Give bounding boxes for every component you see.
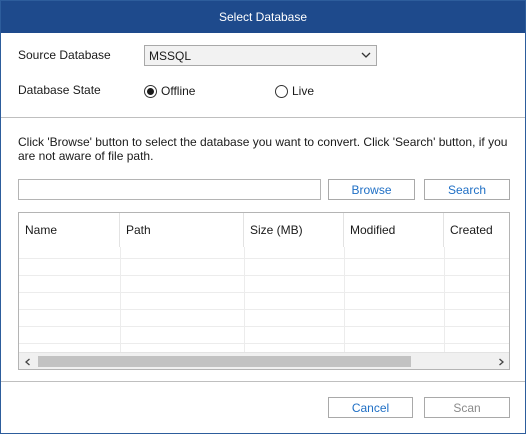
- search-button-label: Search: [447, 182, 487, 197]
- chevron-down-icon: [361, 52, 371, 58]
- column-header-modified[interactable]: Modified: [344, 213, 444, 247]
- table-row: [19, 309, 509, 326]
- radio-offline-circle[interactable]: [144, 84, 157, 98]
- radio-live-circle[interactable]: [275, 84, 288, 98]
- column-divider: [444, 247, 445, 353]
- table-row: [19, 275, 509, 292]
- section-divider: [1, 117, 525, 118]
- table-row: [19, 258, 509, 275]
- instruction-text: Click 'Browse' button to select the data…: [18, 135, 508, 163]
- browse-button-label: Browse: [351, 182, 392, 197]
- column-header-label: Modified: [350, 223, 396, 237]
- column-header-name[interactable]: Name: [19, 213, 120, 247]
- scroll-left-button[interactable]: [19, 353, 36, 369]
- source-database-select[interactable]: MSSQL: [144, 45, 377, 66]
- column-divider: [344, 247, 345, 353]
- radio-live-label: Live: [292, 84, 315, 98]
- database-state-label: Database State: [18, 83, 101, 97]
- chevron-right-icon: [498, 358, 504, 365]
- column-header-size[interactable]: Size (MB): [244, 213, 344, 247]
- footer-divider: [1, 381, 525, 382]
- source-database-label: Source Database: [18, 48, 111, 62]
- source-database-value: MSSQL: [149, 48, 192, 63]
- table-row: [19, 292, 509, 309]
- scrollbar-thumb[interactable]: [38, 356, 411, 367]
- column-header-label: Size (MB): [250, 223, 303, 237]
- column-header-label: Created: [450, 223, 493, 237]
- radio-live[interactable]: Live: [275, 84, 314, 98]
- file-path-input[interactable]: [18, 179, 321, 200]
- title-bar: Select Database: [1, 1, 525, 33]
- search-button[interactable]: Search: [424, 179, 510, 200]
- database-file-table: Name Path Size (MB) Modified Created: [18, 212, 510, 370]
- table-row: [19, 326, 509, 343]
- radio-offline-label: Offline: [161, 84, 196, 98]
- scroll-right-button[interactable]: [492, 353, 509, 369]
- column-header-created[interactable]: Created: [444, 213, 509, 247]
- table-header: Name Path Size (MB) Modified Created: [19, 213, 509, 247]
- radio-selected-dot: [147, 87, 154, 95]
- column-divider: [120, 247, 121, 353]
- radio-offline[interactable]: Offline: [144, 84, 195, 98]
- select-database-dialog: Select Database Source Database MSSQL Da…: [0, 0, 526, 434]
- cancel-button[interactable]: Cancel: [328, 397, 413, 418]
- dialog-title: Select Database: [218, 10, 308, 24]
- column-divider: [244, 247, 245, 353]
- horizontal-scrollbar[interactable]: [19, 352, 509, 369]
- scan-button[interactable]: Scan: [424, 397, 510, 418]
- column-header-label: Path: [126, 223, 151, 237]
- column-header-path[interactable]: Path: [120, 213, 244, 247]
- browse-button[interactable]: Browse: [328, 179, 415, 200]
- cancel-button-label: Cancel: [351, 400, 390, 415]
- column-header-label: Name: [25, 223, 58, 237]
- chevron-left-icon: [24, 358, 30, 365]
- scan-button-label: Scan: [453, 400, 481, 415]
